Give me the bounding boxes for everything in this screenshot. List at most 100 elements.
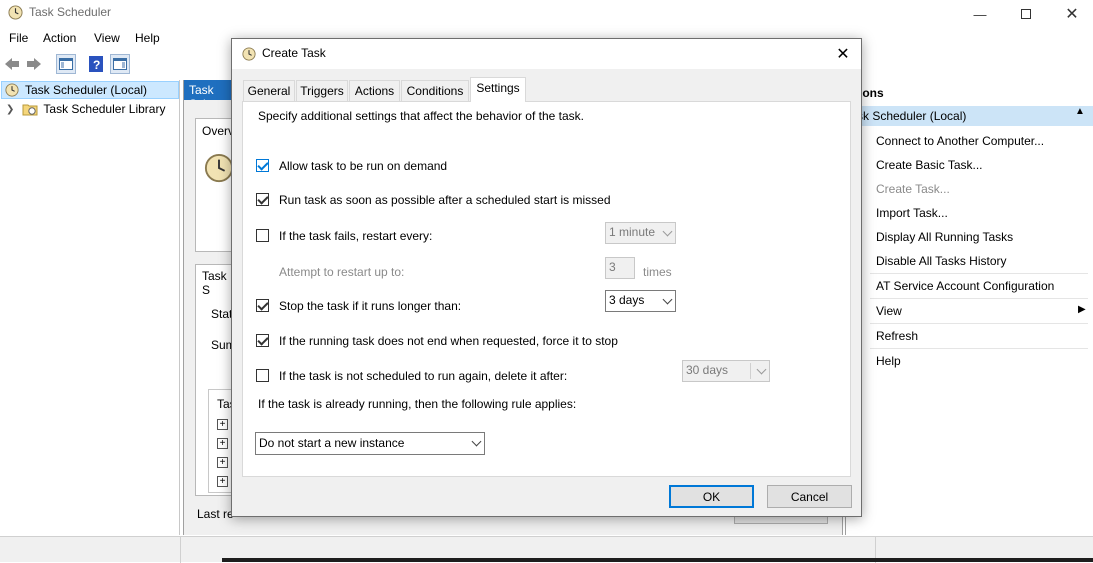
show-hide-action-pane-button[interactable] bbox=[110, 54, 130, 74]
tab-actions[interactable]: Actions bbox=[349, 80, 400, 101]
last-refreshed-label: Last re bbox=[197, 507, 234, 521]
divider bbox=[870, 273, 1088, 274]
divider bbox=[870, 348, 1088, 349]
console-tree: Task Scheduler (Local) ❯ Task Scheduler … bbox=[0, 80, 180, 535]
tab-settings[interactable]: Settings bbox=[470, 77, 526, 102]
expand-icon[interactable]: + bbox=[217, 476, 228, 487]
tree-item-local[interactable]: Task Scheduler (Local) bbox=[1, 81, 179, 99]
delete-after-checkbox[interactable] bbox=[256, 369, 269, 382]
allow-on-demand-label[interactable]: Allow task to be run on demand bbox=[279, 159, 447, 173]
run-asap-label[interactable]: Run task as soon as possible after a sch… bbox=[279, 193, 611, 207]
action-refresh[interactable]: Refresh bbox=[876, 329, 918, 343]
run-asap-checkbox[interactable] bbox=[256, 193, 269, 206]
tab-triggers[interactable]: Triggers bbox=[296, 80, 348, 101]
console-tree-icon bbox=[59, 58, 73, 70]
menu-action[interactable]: Action bbox=[43, 31, 76, 45]
cancel-button[interactable]: Cancel bbox=[767, 485, 852, 508]
action-view[interactable]: View bbox=[876, 304, 902, 318]
chevron-down-icon bbox=[662, 294, 673, 305]
expand-icon[interactable]: + bbox=[217, 438, 228, 449]
maximize-button[interactable] bbox=[1003, 0, 1049, 28]
dialog-close-button[interactable]: ✕ bbox=[829, 41, 857, 67]
clock-icon bbox=[5, 83, 19, 97]
restart-on-fail-label[interactable]: If the task fails, restart every: bbox=[279, 229, 432, 243]
maximize-icon bbox=[1021, 9, 1031, 19]
expand-icon[interactable]: + bbox=[217, 457, 228, 468]
tree-item-label: Task Scheduler (Local) bbox=[25, 83, 148, 97]
app-title: Task Scheduler bbox=[29, 5, 112, 19]
overview-box: Overv bbox=[195, 118, 235, 252]
divider bbox=[750, 363, 751, 379]
restart-attempts-value: 3 bbox=[609, 260, 616, 274]
action-at-service[interactable]: AT Service Account Configuration bbox=[876, 279, 1054, 293]
force-stop-label[interactable]: If the running task does not end when re… bbox=[279, 334, 618, 348]
clock-icon bbox=[8, 5, 23, 20]
tree-item-label: Task Scheduler Library bbox=[43, 102, 166, 116]
title-bar: Task Scheduler — ✕ bbox=[0, 0, 1093, 28]
taskbar-edge bbox=[222, 558, 1093, 562]
dialog-title-bar: Create Task ✕ bbox=[232, 39, 861, 69]
chevron-down-icon bbox=[471, 436, 482, 447]
dialog-title: Create Task bbox=[262, 46, 326, 60]
status-box: Task S Stat Sum Tas + + + + bbox=[195, 264, 236, 496]
allow-on-demand-checkbox[interactable] bbox=[256, 159, 269, 172]
stop-if-longer-label[interactable]: Stop the task if it runs longer than: bbox=[279, 299, 461, 313]
collapse-arrow-icon[interactable]: ▲ bbox=[1075, 106, 1085, 117]
clock-icon bbox=[204, 153, 234, 183]
restart-interval-select[interactable]: 1 minute bbox=[605, 222, 676, 244]
back-button[interactable] bbox=[2, 54, 22, 74]
overview-label: Overv bbox=[202, 124, 235, 138]
chevron-down-icon bbox=[756, 364, 767, 375]
action-display-running[interactable]: Display All Running Tasks bbox=[876, 230, 1013, 244]
actions-section-header[interactable]: sk Scheduler (Local) ▲ bbox=[853, 106, 1093, 126]
menu-file[interactable]: File bbox=[9, 31, 28, 45]
delete-after-select[interactable]: 30 days bbox=[682, 360, 770, 382]
expand-icon[interactable]: + bbox=[217, 419, 228, 430]
tab-general[interactable]: General bbox=[243, 80, 295, 101]
menu-help[interactable]: Help bbox=[135, 31, 160, 45]
close-icon: ✕ bbox=[836, 46, 850, 63]
tree-item-library[interactable]: ❯ Task Scheduler Library bbox=[6, 100, 165, 118]
menu-view[interactable]: View bbox=[94, 31, 120, 45]
settings-panel: Specify additional settings that affect … bbox=[242, 101, 851, 477]
status-section-title: Task S bbox=[202, 269, 227, 297]
delete-after-label[interactable]: If the task is not scheduled to run agai… bbox=[279, 369, 567, 383]
action-create-basic-task[interactable]: Create Basic Task... bbox=[876, 158, 983, 172]
action-create-task[interactable]: Create Task... bbox=[876, 182, 950, 196]
show-hide-tree-button[interactable] bbox=[56, 54, 76, 74]
restart-on-fail-checkbox[interactable] bbox=[256, 229, 269, 242]
restart-attempts-input[interactable]: 3 bbox=[605, 257, 635, 279]
action-connect[interactable]: Connect to Another Computer... bbox=[876, 134, 1044, 148]
action-import-task[interactable]: Import Task... bbox=[876, 206, 948, 220]
rule-label: If the task is already running, then the… bbox=[258, 397, 577, 411]
ok-button[interactable]: OK bbox=[669, 485, 754, 508]
actions-section-label: sk Scheduler (Local) bbox=[857, 109, 967, 123]
action-help[interactable]: Help bbox=[876, 354, 901, 368]
stop-if-longer-checkbox[interactable] bbox=[256, 299, 269, 312]
submenu-arrow-icon: ▶ bbox=[1078, 304, 1086, 315]
svg-text:?: ? bbox=[93, 58, 100, 72]
minimize-button[interactable]: — bbox=[957, 0, 1003, 28]
create-task-dialog: Create Task ✕ General Triggers Actions C… bbox=[231, 38, 862, 517]
forward-arrow-icon bbox=[27, 58, 41, 70]
running-rule-value: Do not start a new instance bbox=[259, 436, 405, 450]
stop-duration-select[interactable]: 3 days bbox=[605, 290, 676, 312]
divider bbox=[180, 537, 181, 563]
running-rule-select[interactable]: Do not start a new instance bbox=[255, 432, 485, 455]
minimize-icon: — bbox=[973, 6, 987, 22]
chevron-down-icon bbox=[662, 226, 673, 237]
stop-duration-value: 3 days bbox=[609, 293, 645, 307]
restart-attempts-unit: times bbox=[643, 265, 672, 279]
action-disable-history[interactable]: Disable All Tasks History bbox=[876, 254, 1007, 268]
folder-clock-icon bbox=[22, 104, 38, 116]
settings-description: Specify additional settings that affect … bbox=[258, 109, 584, 123]
forward-button[interactable] bbox=[24, 54, 44, 74]
close-button[interactable]: ✕ bbox=[1049, 0, 1093, 28]
delete-after-value: 30 days bbox=[686, 363, 729, 377]
middle-pane-header: Task Sch bbox=[184, 80, 234, 100]
force-stop-checkbox[interactable] bbox=[256, 334, 269, 347]
close-icon: ✕ bbox=[1065, 6, 1079, 23]
help-button[interactable]: ? bbox=[86, 54, 106, 74]
chevron-right-icon[interactable]: ❯ bbox=[6, 104, 14, 115]
tab-conditions[interactable]: Conditions bbox=[401, 80, 469, 101]
